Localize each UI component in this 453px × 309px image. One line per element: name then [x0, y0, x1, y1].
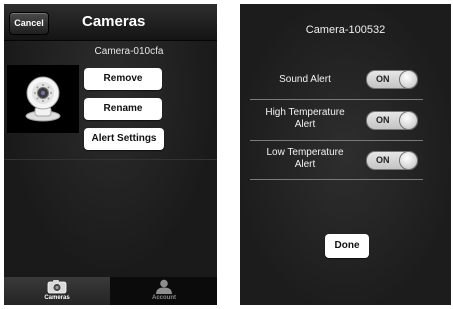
camera-icon [47, 280, 67, 294]
camera-detail-panel: Camera-010cfa Remove Rename Alert Settin… [4, 41, 217, 277]
alert-settings-screen: Camera-100532 Sound Alert ON High Temper… [240, 4, 451, 305]
camera-thumbnail[interactable] [7, 65, 79, 133]
page-title: Cameras [82, 13, 146, 30]
toggle-knob [399, 151, 418, 170]
setting-row-sound-alert: Sound Alert ON [250, 61, 423, 100]
setting-label-line: Low Temperature [266, 147, 344, 158]
toggle-state-text: ON [376, 155, 390, 165]
setting-label-line: Alert [294, 159, 316, 170]
setting-row-high-temperature-alert: High Temperature Alert ON [250, 100, 423, 141]
tab-account[interactable]: Account [111, 277, 217, 305]
navigation-bar: Cancel Cameras [4, 4, 217, 41]
setting-label-line: Alert [294, 119, 316, 130]
camera-name-label: Camera-100532 [305, 24, 386, 36]
tab-cameras[interactable]: Cameras [4, 277, 110, 305]
done-button[interactable]: Done [325, 234, 369, 258]
toggle-state-text: ON [376, 115, 390, 125]
tab-bar: Cameras Account [4, 277, 217, 305]
high-temperature-alert-toggle[interactable]: ON [366, 111, 418, 130]
setting-row-low-temperature-alert: Low Temperature Alert ON [250, 141, 423, 180]
camera-name-label: Camera-010cfa [94, 46, 164, 57]
tab-cameras-label: Cameras [44, 295, 70, 301]
toggle-knob [399, 111, 418, 130]
sound-alert-toggle[interactable]: ON [366, 70, 418, 89]
setting-label-line: Sound Alert [279, 74, 331, 85]
setting-label: High Temperature Alert [250, 107, 360, 131]
baby-monitor-camera-icon [25, 76, 61, 122]
person-icon [156, 279, 172, 294]
divider [4, 159, 217, 160]
setting-label-line: High Temperature [265, 107, 345, 118]
toggle-knob [399, 70, 418, 89]
remove-button[interactable]: Remove [84, 68, 162, 90]
cancel-button[interactable]: Cancel [9, 12, 49, 35]
page: Cancel Cameras Camera-010cfa Remove Rena… [0, 0, 453, 309]
setting-label: Sound Alert [250, 74, 360, 86]
cameras-screen: Cancel Cameras Camera-010cfa Remove Rena… [4, 4, 217, 305]
alert-settings-button[interactable]: Alert Settings [84, 128, 164, 150]
rename-button[interactable]: Rename [84, 98, 162, 120]
low-temperature-alert-toggle[interactable]: ON [366, 151, 418, 170]
setting-label: Low Temperature Alert [250, 147, 360, 171]
tab-account-label: Account [152, 295, 176, 301]
toggle-state-text: ON [376, 74, 390, 84]
